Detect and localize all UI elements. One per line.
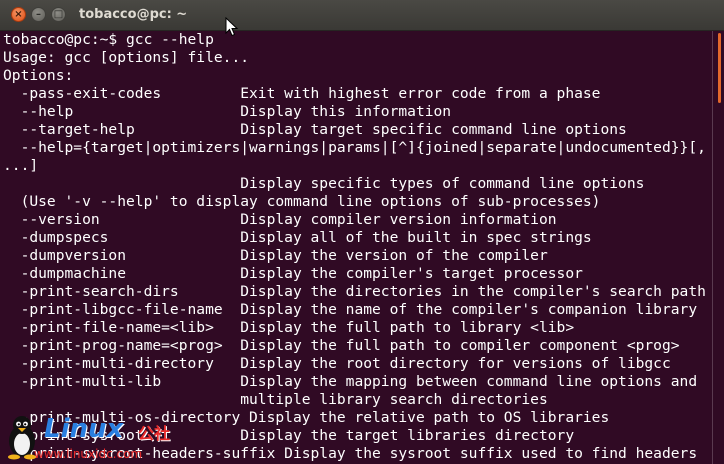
vertical-scrollbar[interactable]: [712, 31, 724, 464]
terminal-line: -print-multi-directory Display the root …: [3, 355, 671, 372]
terminal-line: --help={target|optimizers|warnings|param…: [3, 139, 706, 156]
terminal-line: tobacco@pc:~$ gcc --help: [3, 31, 214, 48]
terminal-line: Usage: gcc [options] file...: [3, 49, 250, 66]
terminal-line: ...]: [3, 157, 39, 174]
terminal-line: -print-multi-lib Display the mapping bet…: [3, 373, 698, 390]
maximize-icon: □: [53, 8, 64, 20]
close-icon: ×: [14, 8, 23, 20]
terminal-line: -print-libgcc-file-name Display the name…: [3, 301, 698, 318]
terminal-line: multiple library search directories: [3, 391, 548, 408]
terminal-line: -print-file-name=<lib> Display the full …: [3, 319, 575, 336]
minimize-button[interactable]: –: [31, 7, 46, 22]
terminal-line: --target-help Display target specific co…: [3, 121, 627, 138]
mouse-pointer-icon: [225, 17, 239, 37]
terminal-line: --version Display compiler version infor…: [3, 211, 557, 228]
site-watermark: Linux 公社 www.linuxidc.com: [4, 410, 194, 464]
terminal-line: -pass-exit-codes Exit with highest error…: [3, 85, 601, 102]
terminal-line: --help Display this information: [3, 103, 452, 120]
watermark-brand: Linux: [44, 414, 124, 444]
terminal-line: -dumpversion Display the version of the …: [3, 247, 548, 264]
terminal-line: (Use '-v --help' to display command line…: [3, 193, 601, 210]
terminal-line: -dumpspecs Display all of the built in s…: [3, 229, 592, 246]
terminal-output[interactable]: tobacco@pc:~$ gcc --help Usage: gcc [opt…: [0, 31, 712, 464]
terminal-line: -dumpmachine Display the compiler's targ…: [3, 265, 583, 282]
watermark-brand-suffix: 公社: [138, 424, 171, 443]
window-title: tobacco@pc: ~: [79, 7, 188, 22]
scrollbar-thumb[interactable]: [718, 33, 721, 103]
maximize-button[interactable]: □: [51, 7, 66, 22]
terminal-window: × – □ tobacco@pc: ~ tobacco@pc:~$ gcc --…: [0, 0, 724, 464]
terminal-line: Display specific types of command line o…: [3, 175, 645, 192]
terminal-line: Options:: [3, 67, 74, 84]
close-button[interactable]: ×: [11, 7, 26, 22]
terminal-line: -print-prog-name=<prog> Display the full…: [3, 337, 680, 354]
title-bar[interactable]: × – □ tobacco@pc: ~: [0, 0, 724, 31]
terminal-line: -print-search-dirs Display the directori…: [3, 283, 706, 300]
minimize-icon: –: [36, 8, 41, 20]
watermark-url: www.linuxidc.com: [34, 447, 143, 461]
